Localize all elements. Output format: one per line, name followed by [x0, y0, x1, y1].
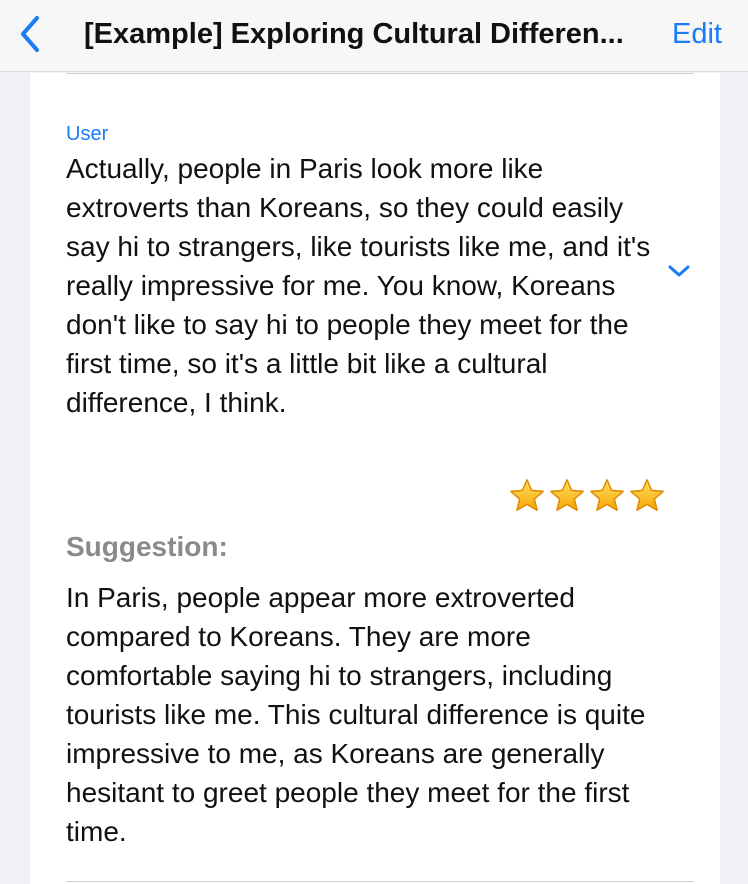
suggestion-text: In Paris, people appear more extroverted… [66, 582, 646, 847]
divider [66, 73, 694, 74]
page-title: [Example] Exploring Cultural Differen... [84, 18, 624, 50]
expand-button[interactable] [664, 259, 694, 283]
chevron-down-icon [668, 265, 690, 277]
star-icon [630, 479, 664, 512]
user-message-text: Actually, people in Paris look more like… [66, 153, 651, 418]
star-icon [590, 479, 624, 512]
navigation-bar: [Example] Exploring Cultural Differen...… [0, 0, 748, 72]
rating-stars[interactable] [508, 477, 666, 515]
edit-button[interactable]: Edit [672, 16, 722, 52]
back-button[interactable] [8, 10, 52, 58]
chevron-left-icon [21, 16, 39, 52]
star-icon [510, 479, 544, 512]
divider [66, 881, 694, 882]
message-role-label: User [66, 123, 109, 145]
message-card: User Actually, people in Paris look more… [30, 73, 720, 884]
suggestion-heading: Suggestion: [66, 531, 228, 562]
star-icon [550, 479, 584, 512]
